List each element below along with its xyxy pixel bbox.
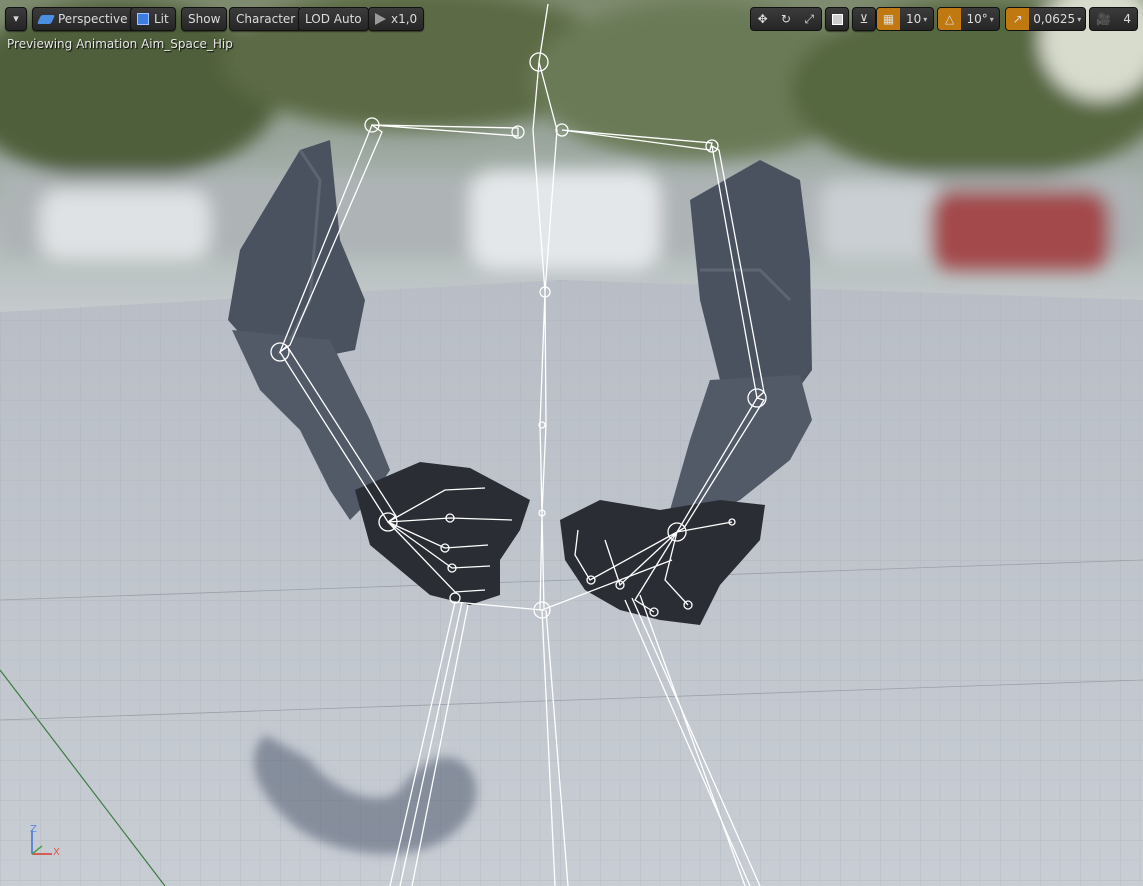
grid-icon: ▦ [882, 12, 895, 26]
camera-speed-value-display[interactable]: 4 [1117, 8, 1137, 30]
lit-cube-icon [137, 13, 149, 25]
playback-speed-label: x1,0 [391, 12, 418, 26]
camera-icon: 🎥 [1096, 12, 1112, 26]
scale-snap-value: 0,0625 [1033, 12, 1076, 26]
axis-z-label: Z [30, 824, 37, 835]
grid-snap-group: ▦ 10 ▾ [876, 7, 934, 31]
scale-snap-value-dropdown[interactable]: 0,0625 ▾ [1029, 8, 1085, 30]
chevron-down-icon: ▾ [1077, 14, 1082, 24]
perspective-label: Perspective [58, 12, 128, 26]
viewport-scene[interactable] [0, 0, 1143, 886]
surface-snap-icon: ⊻ [859, 12, 869, 26]
chevron-down-icon: ▾ [989, 14, 994, 24]
camera-speed-value: 4 [1123, 12, 1132, 26]
rotation-snap-toggle[interactable]: △ [938, 8, 962, 30]
transform-mode-group: ✥ ↻ ⤢ [750, 7, 822, 31]
chevron-down-icon: ▾ [13, 12, 19, 25]
scale-snap-toggle[interactable]: ↗ [1006, 8, 1030, 30]
scale-arrow-icon: ↗ [1012, 12, 1023, 26]
lit-view-mode-button[interactable]: Lit [130, 7, 176, 31]
lod-button[interactable]: LOD Auto [298, 7, 369, 31]
rotation-snap-value: 10° [966, 12, 988, 26]
grid-snap-toggle[interactable]: ▦ [877, 8, 901, 30]
rotate-icon: ↻ [780, 12, 792, 26]
translate-arrows-icon: ✥ [757, 12, 768, 26]
scale-button[interactable]: ⤢ [798, 8, 821, 30]
floor-grid [0, 280, 1143, 886]
cube-icon [831, 13, 843, 25]
perspective-button[interactable]: Perspective [32, 7, 135, 31]
rotate-button[interactable]: ↻ [774, 8, 797, 30]
angle-icon: △ [945, 12, 955, 26]
lod-label: LOD Auto [305, 12, 362, 26]
rotation-snap-group: △ 10° ▾ [937, 7, 1000, 31]
scale-icon: ⤢ [804, 11, 815, 26]
perspective-icon [36, 14, 56, 24]
lit-label: Lit [154, 12, 169, 26]
chevron-down-icon: ▾ [923, 14, 928, 24]
surface-snap-button[interactable]: ⊻ [852, 7, 876, 31]
playback-speed-button[interactable]: x1,0 [368, 7, 425, 31]
show-button[interactable]: Show [181, 7, 228, 31]
translate-button[interactable]: ✥ [751, 8, 774, 30]
axis-x-label: X [53, 847, 60, 858]
character-label: Character [236, 12, 296, 26]
play-triangle-icon [375, 13, 386, 25]
viewport-options-menu-button[interactable]: ▾ [5, 7, 27, 31]
axis-gizmo: Z X [24, 824, 74, 868]
camera-speed-group[interactable]: 🎥 4 [1089, 7, 1138, 31]
preview-status-text: Previewing Animation Aim_Space_Hip [7, 37, 233, 51]
rotation-snap-value-dropdown[interactable]: 10° ▾ [961, 8, 999, 30]
camera-speed-button[interactable]: 🎥 [1090, 8, 1117, 30]
grid-snap-value-dropdown[interactable]: 10 ▾ [900, 8, 933, 30]
animation-preview-viewport[interactable]: ▾ Perspective Lit Show Character LOD Aut… [0, 0, 1143, 886]
scale-snap-group: ↗ 0,0625 ▾ [1005, 7, 1086, 31]
grid-snap-value: 10 [905, 12, 922, 26]
character-button[interactable]: Character [229, 7, 303, 31]
coordinate-system-button[interactable] [825, 7, 849, 31]
show-label: Show [188, 12, 221, 26]
